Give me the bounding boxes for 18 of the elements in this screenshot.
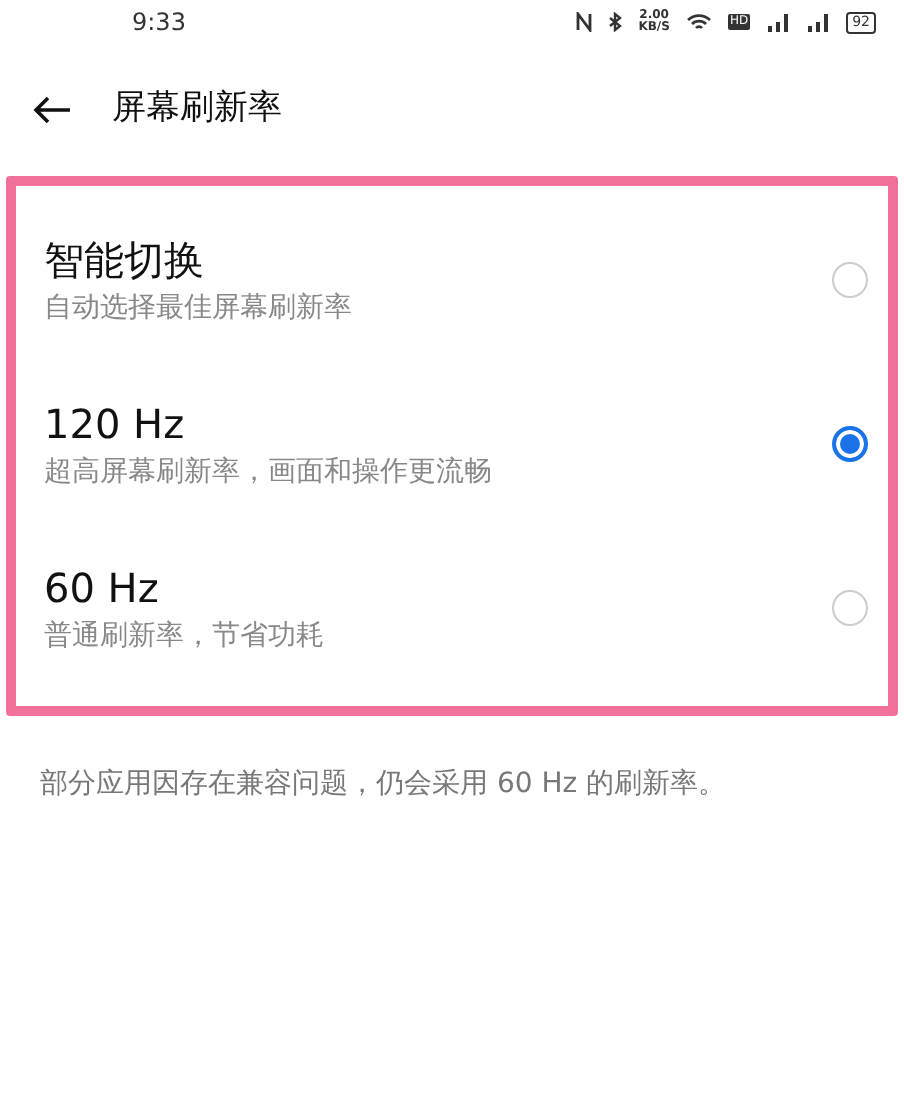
option-title: 120 Hz <box>44 397 187 451</box>
option-title: 60 Hz <box>44 561 161 615</box>
option-description: 超高屏幕刷新率，画面和操作更流畅 <box>44 453 492 491</box>
bluetooth-icon <box>608 12 623 32</box>
wifi-icon <box>685 12 712 32</box>
footnote-text: 部分应用因存在兼容问题，仍会采用 60 Hz 的刷新率。 <box>38 766 729 804</box>
signal-icon <box>766 12 791 32</box>
option-title: 智能切换 <box>44 233 206 287</box>
nfc-icon <box>576 12 593 32</box>
status-time: 9:33 <box>132 6 186 40</box>
option-description: 普通刷新率，节省功耗 <box>44 617 324 655</box>
page-title: 屏幕刷新率 <box>112 86 282 133</box>
radio-button[interactable] <box>832 426 868 462</box>
radio-button[interactable] <box>832 590 868 626</box>
radio-button[interactable] <box>832 262 868 298</box>
signal-icon <box>806 12 831 32</box>
back-arrow-icon[interactable] <box>32 96 72 124</box>
option-description: 自动选择最佳屏幕刷新率 <box>44 289 352 327</box>
